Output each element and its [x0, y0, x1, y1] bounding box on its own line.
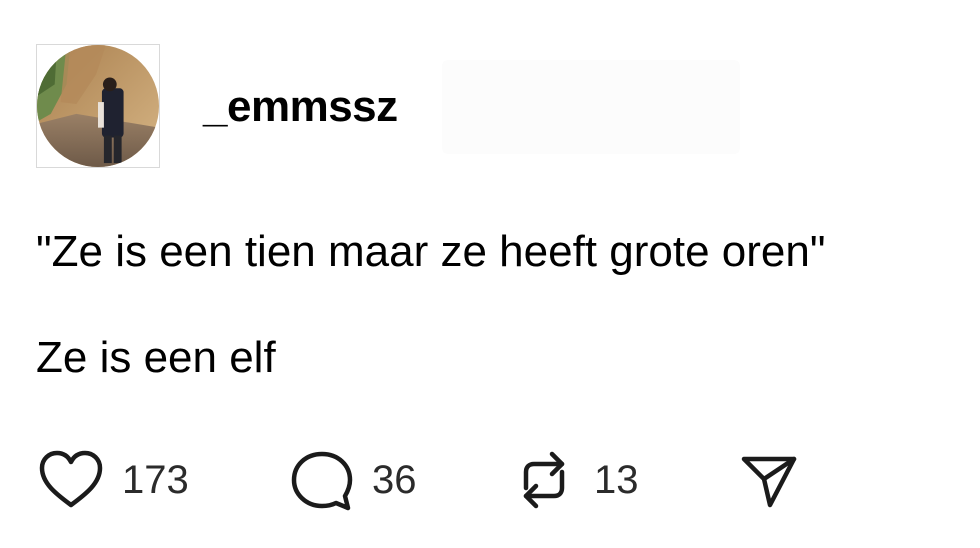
comment-count: 36	[372, 458, 417, 502]
username[interactable]: _emmssz	[203, 82, 398, 132]
redacted-area	[442, 60, 740, 154]
share-button[interactable]	[738, 448, 800, 512]
comment-button[interactable]: 36	[290, 448, 417, 512]
action-bar: 173 36 13	[0, 448, 980, 512]
post-text-line-2: Ze is een elf	[36, 333, 276, 382]
like-count: 173	[122, 458, 189, 502]
send-icon	[738, 449, 800, 511]
post-text-line-1: "Ze is een tien maar ze heeft grote oren…	[36, 227, 826, 276]
repost-icon	[512, 448, 576, 512]
heart-icon	[38, 448, 104, 512]
avatar-photo	[37, 45, 159, 167]
repost-count: 13	[594, 458, 639, 502]
comment-bubble-icon	[290, 448, 354, 512]
avatar[interactable]	[36, 44, 160, 168]
like-button[interactable]: 173	[38, 448, 189, 512]
repost-button[interactable]: 13	[512, 448, 639, 512]
